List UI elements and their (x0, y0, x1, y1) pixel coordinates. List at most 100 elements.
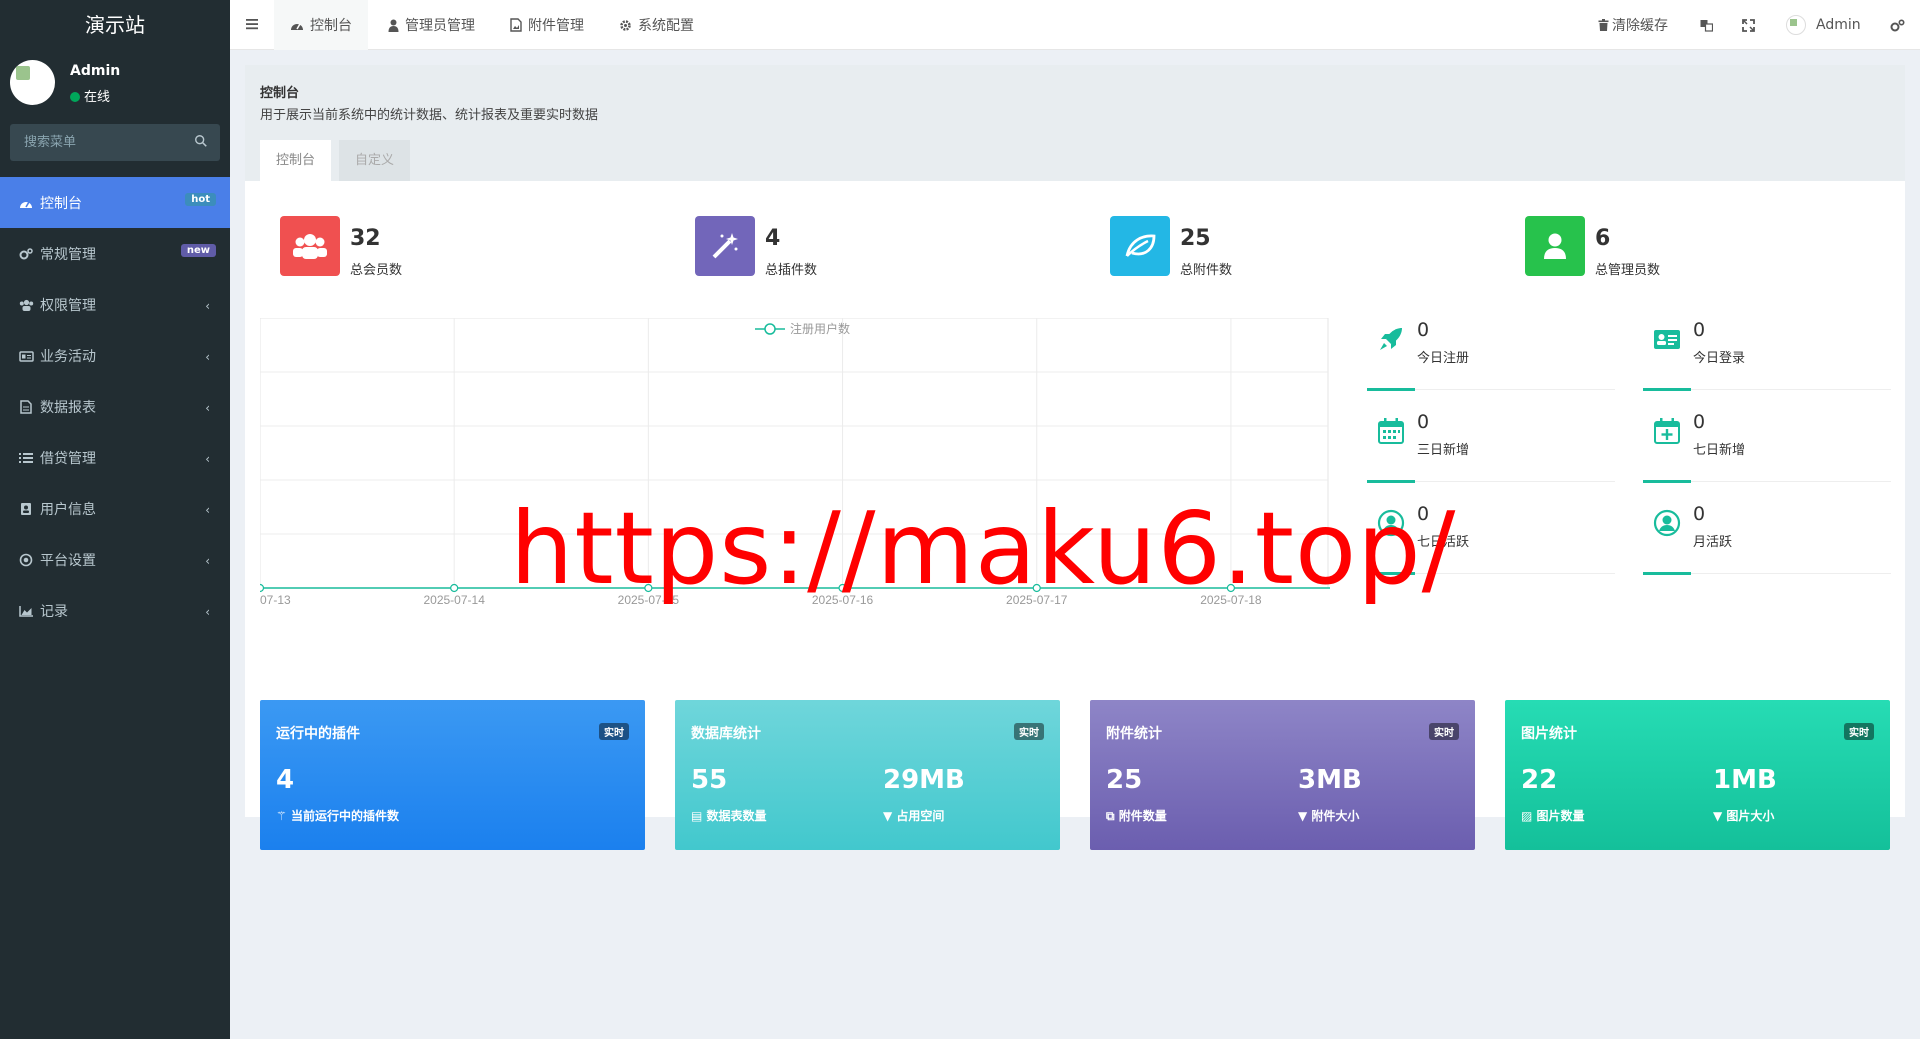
card-label-text: 数据表数量 (706, 809, 767, 823)
realtime-badge: 实时 (1844, 723, 1874, 740)
legend-label: 注册用户数 (790, 321, 850, 336)
tab-console[interactable]: 控制台 (260, 140, 332, 181)
sidebar-item-label: 业务活动 (40, 348, 96, 365)
card-title: 图片统计 (1521, 726, 1577, 742)
tab-dashboard[interactable]: 控制台 (274, 0, 368, 50)
sidebar-item-general[interactable]: 常规管理 new (0, 228, 230, 279)
sidebar-item-business[interactable]: 业务活动 ‹ (0, 330, 230, 381)
chevron-left-icon: ‹ (205, 503, 210, 517)
users-icon (280, 216, 340, 276)
clear-cache-button[interactable]: 清除缓存 (1598, 0, 1668, 50)
filter-icon: ▼ (1298, 809, 1312, 823)
tab-custom[interactable]: 自定义 (339, 140, 411, 181)
id-card-icon (18, 348, 34, 364)
card-label: ▼ 附件大小 (1298, 807, 1359, 824)
sidebar-item-user-info[interactable]: 用户信息 ‹ (0, 483, 230, 534)
sidebar-item-permission[interactable]: 权限管理 ‹ (0, 279, 230, 330)
search-icon[interactable] (194, 134, 208, 148)
card-title: 数据库统计 (691, 726, 761, 742)
circle-dot-icon (18, 552, 34, 568)
mini-stat-value: 0 (1693, 411, 1706, 433)
sidebar-search (10, 124, 220, 161)
mini-stat-label: 月活跃 (1693, 535, 1733, 550)
group-icon (18, 297, 34, 313)
sidebar-item-reports[interactable]: 数据报表 ‹ (0, 381, 230, 432)
settings-button[interactable] (1890, 0, 1905, 50)
search-input[interactable] (10, 124, 180, 161)
magic-icon: ⚚ (276, 809, 291, 823)
tab-label: 附件管理 (528, 18, 584, 34)
card-label-text: 占用空间 (896, 809, 945, 823)
card-value: 4 (276, 765, 295, 795)
area-chart-icon (18, 603, 34, 619)
sidebar-item-dashboard[interactable]: 控制台 hot (0, 177, 230, 228)
user-panel: Admin 在线 (0, 50, 230, 118)
card-label: ▨ 图片数量 (1521, 807, 1585, 824)
tab-admin-management[interactable]: 管理员管理 (372, 0, 491, 50)
mini-stat-value: 0 (1693, 319, 1706, 341)
dashboard-icon (290, 19, 304, 31)
sidebar-item-label: 权限管理 (40, 297, 96, 314)
vcard-icon (1654, 330, 1680, 349)
card-value: 1MB (1713, 765, 1777, 795)
file-image-icon (510, 18, 522, 32)
database-icon: ▤ (691, 809, 707, 823)
card-value: 55 (691, 765, 728, 795)
card-image-stats: 图片统计 实时 22 ▨ 图片数量 1MB ▼ 图片大小 (1505, 700, 1890, 850)
card-label-text: 图片大小 (1726, 809, 1775, 823)
user-status-label: 在线 (84, 90, 111, 105)
sidebar-item-platform[interactable]: 平台设置 ‹ (0, 534, 230, 585)
chevron-left-icon: ‹ (205, 452, 210, 466)
files-icon: ⧉ (1106, 809, 1119, 823)
mini-stat-label: 今日登录 (1693, 351, 1746, 366)
rocket-icon (1380, 328, 1402, 350)
site-logo[interactable]: 演示站 (0, 0, 230, 50)
sidebar-item-label: 记录 (40, 603, 68, 620)
tab-system-config[interactable]: 系统配置 (603, 0, 710, 50)
card-title: 附件统计 (1106, 726, 1162, 742)
stat-label: 总管理员数 (1595, 263, 1661, 278)
accent-bar (1643, 480, 1691, 483)
card-title: 运行中的插件 (276, 726, 360, 742)
chevron-left-icon: ‹ (205, 350, 210, 364)
tab-label: 控制台 (310, 18, 352, 34)
accent-bar (1367, 388, 1415, 391)
card-label: ▤ 数据表数量 (691, 807, 767, 824)
user-menu[interactable]: Admin (1786, 0, 1861, 50)
accent-bar (1367, 480, 1415, 483)
chevron-left-icon: ‹ (205, 554, 210, 568)
user-status: 在线 (70, 86, 110, 105)
image-icon: ▨ (1521, 809, 1537, 823)
language-button[interactable] (1700, 0, 1713, 50)
tab-label: 管理员管理 (405, 18, 475, 34)
user-name: Admin (70, 63, 121, 79)
card-label: ▼ 占用空间 (883, 807, 944, 824)
x-tick-label: 2025-07-14 (423, 593, 485, 607)
user-icon (388, 19, 399, 32)
card-label-text: 附件大小 (1311, 809, 1360, 823)
card-label: ▼ 图片大小 (1713, 807, 1774, 824)
chevron-left-icon: ‹ (205, 605, 210, 619)
fullscreen-button[interactable] (1742, 0, 1755, 50)
stat-value: 6 (1595, 226, 1611, 251)
filter-icon: ▼ (883, 809, 897, 823)
sidebar-item-loans[interactable]: 借贷管理 ‹ (0, 432, 230, 483)
sidebar-item-records[interactable]: 记录 ‹ (0, 585, 230, 636)
tab-attachment-management[interactable]: 附件管理 (494, 0, 600, 50)
expand-icon (1742, 18, 1755, 32)
user-circle-icon (1653, 509, 1681, 537)
cogs-icon (18, 246, 34, 262)
magic-icon (695, 216, 755, 276)
list-icon (18, 450, 34, 466)
cogs-icon (1890, 18, 1905, 32)
mini-stat-monthly-active: 0 月活跃 (1643, 501, 1891, 575)
address-book-icon (18, 501, 34, 517)
stat-label: 总插件数 (765, 263, 818, 278)
stat-value: 25 (1180, 226, 1211, 251)
mini-stat-seven-day-new: 0 七日新增 (1643, 409, 1891, 483)
hamburger-menu-icon[interactable] (244, 16, 260, 32)
card-label: ⚚ 当前运行中的插件数 (276, 807, 399, 824)
mini-stat-today-register: 0 今日注册 (1367, 317, 1615, 391)
x-tick-label: 07-13 (260, 593, 291, 607)
mini-stat-label: 今日注册 (1417, 351, 1470, 366)
